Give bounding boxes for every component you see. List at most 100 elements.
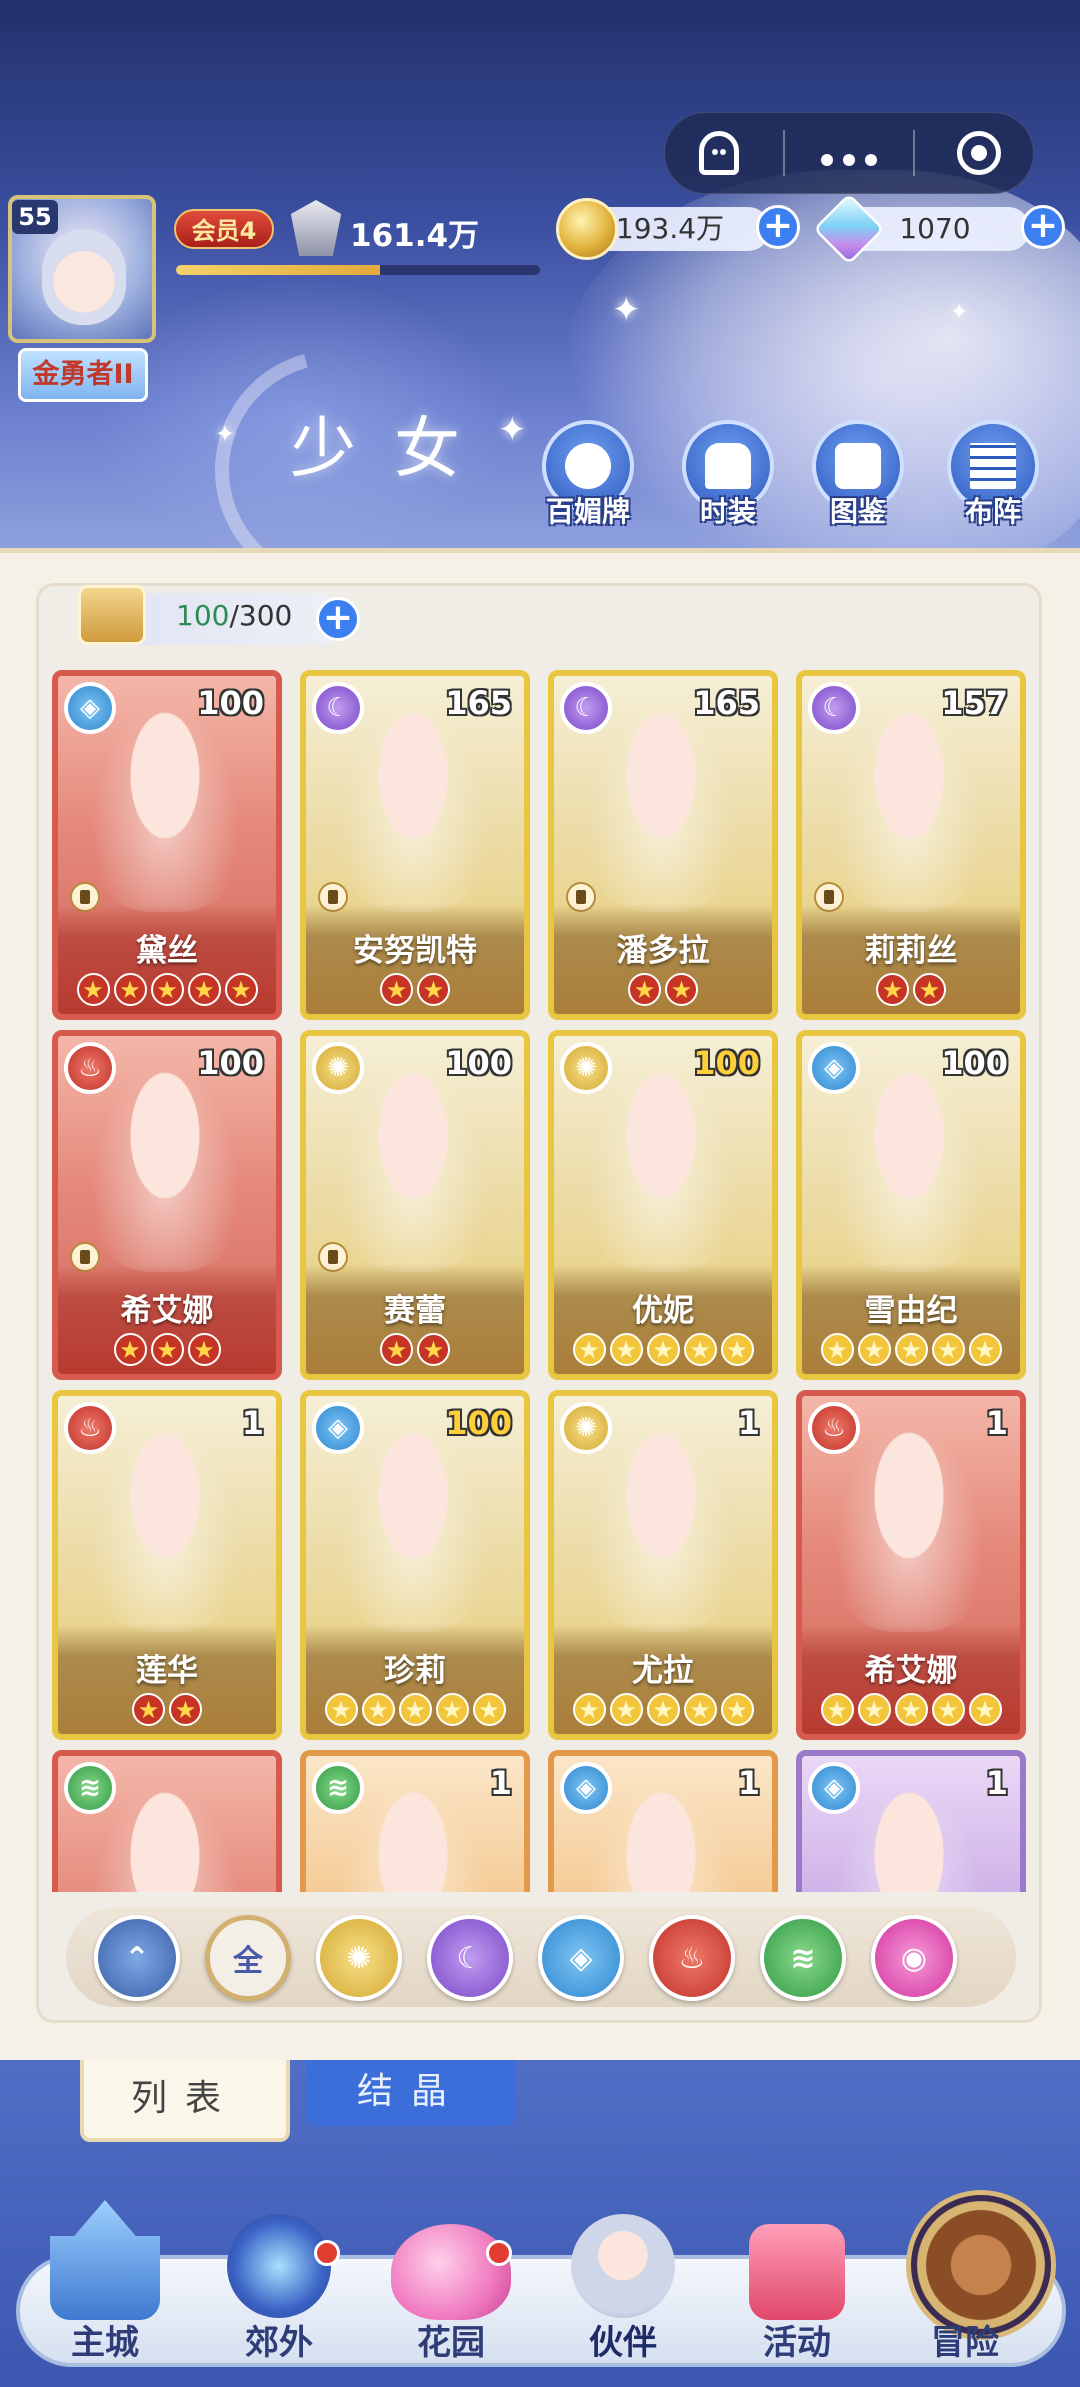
character-card[interactable]: ✺ 1 尤拉 — [548, 1390, 778, 1740]
water-element-icon: ◈ — [64, 682, 116, 734]
nav-partner[interactable]: 伙伴 — [548, 2200, 698, 2370]
filter-all-button[interactable]: 全 — [205, 1915, 291, 2001]
card-level: 165 — [693, 684, 760, 722]
star-icon — [224, 973, 258, 1006]
formation-grid-icon — [970, 443, 1016, 489]
character-card[interactable]: ☾ 157 莉莉丝 — [796, 670, 1026, 1020]
nav-label: 冒险 — [931, 2323, 999, 2363]
star-icon — [361, 1693, 395, 1726]
card-deck-button[interactable]: 百媚牌 — [533, 420, 643, 530]
character-card[interactable]: ☾ 165 潘多拉 — [548, 670, 778, 1020]
star-icon — [720, 1693, 754, 1726]
star-icon — [609, 1693, 643, 1726]
card-level: 1 — [489, 1764, 512, 1802]
fire-element-icon: ♨ — [808, 1402, 860, 1454]
star-rating — [306, 1333, 524, 1366]
fire-element-icon: ♨ — [64, 1042, 116, 1094]
nav-compass[interactable]: 冒险 — [890, 2200, 1040, 2370]
card-level: 100 — [445, 1044, 512, 1082]
card-name: 黛丝 — [136, 933, 198, 969]
more-dots-icon[interactable] — [804, 133, 894, 173]
star-icon — [435, 1693, 469, 1726]
nav-heart[interactable]: 花园 — [376, 2200, 526, 2370]
star-icon — [820, 1693, 854, 1726]
ghost-icon[interactable] — [674, 131, 764, 175]
star-icon — [628, 973, 661, 1006]
formation-button[interactable]: 布阵 — [938, 420, 1048, 530]
outfit-button[interactable]: 时装 — [673, 420, 783, 530]
character-card[interactable]: ✺ 100 优妮 — [548, 1030, 778, 1380]
character-card[interactable]: ♨ 100 希艾娜 — [52, 1030, 282, 1380]
gift-icon — [749, 2224, 845, 2320]
character-card[interactable]: ☾ 165 安努凯特 — [300, 670, 530, 1020]
storage-box-icon — [78, 585, 146, 645]
card-level: 100 — [445, 1404, 512, 1442]
card-name: 安努凯特 — [353, 933, 477, 969]
card-level: 165 — [445, 684, 512, 722]
capacity-box: 100/300 — [78, 585, 344, 645]
character-card[interactable]: ◈ 100 黛丝 — [52, 670, 282, 1020]
nav-hexagram[interactable]: 郊外 — [204, 2200, 354, 2370]
add-gem-button[interactable]: + — [1021, 205, 1065, 249]
nav-label: 花园 — [417, 2323, 485, 2363]
character-card[interactable]: ◈ 100 雪由纪 — [796, 1030, 1026, 1380]
star-rating — [306, 973, 524, 1006]
add-gold-button[interactable]: + — [756, 205, 800, 249]
card-grid: ◈ 100 黛丝 ☾ 165 安努凯特 ☾ 165 潘多拉 ☾ 157 莉莉丝 ♨ 100 希艾娜 ✺ 100 赛… — [52, 670, 1028, 1892]
character-card[interactable]: ◈ 1 — [548, 1750, 778, 1892]
filter-water-button[interactable]: ◈ — [538, 1915, 624, 2001]
water-element-icon: ◈ — [560, 1762, 612, 1814]
star-rating — [802, 1333, 1020, 1366]
card-level: 1 — [985, 1764, 1008, 1802]
sun-element-icon: ✺ — [560, 1402, 612, 1454]
card-level: 100 — [197, 684, 264, 722]
wind-element-icon: ≋ — [64, 1762, 116, 1814]
character-card[interactable]: ✺ 100 赛蕾 — [300, 1030, 530, 1380]
character-card[interactable]: ♨ 1 希艾娜 — [796, 1390, 1026, 1740]
vip-badge[interactable]: 会员4 — [174, 209, 274, 249]
tab-list[interactable]: 列表 — [80, 2060, 290, 2142]
filter-light-button[interactable]: ⌃ — [94, 1915, 180, 2001]
player-title-badge[interactable]: 金勇者II — [18, 348, 148, 402]
star-icon — [187, 973, 221, 1006]
expand-capacity-button[interactable]: + — [316, 597, 360, 641]
nav-castle[interactable]: 主城 — [30, 2200, 180, 2370]
filter-sun-button[interactable]: ✺ — [316, 1915, 402, 2001]
sparkle-icon: ✦ — [498, 410, 527, 450]
character-card[interactable]: ◈ 100 珍莉 — [300, 1390, 530, 1740]
card-name: 莲华 — [136, 1653, 198, 1689]
partner-icon — [571, 2214, 675, 2318]
filter-moon-button[interactable]: ☾ — [427, 1915, 513, 2001]
star-icon — [187, 1333, 221, 1366]
star-icon — [968, 1333, 1002, 1366]
tab-crystal[interactable]: 结晶 — [306, 2060, 516, 2126]
character-card[interactable]: ≋ — [52, 1750, 282, 1892]
player-level: 55 — [12, 200, 58, 234]
star-icon — [76, 973, 110, 1006]
star-icon — [894, 1333, 928, 1366]
star-icon — [169, 1693, 202, 1726]
card-name: 珍莉 — [384, 1653, 446, 1689]
star-icon — [646, 1333, 680, 1366]
card-name: 雪由纪 — [864, 1293, 958, 1329]
codex-button[interactable]: 图鉴 — [803, 420, 913, 530]
target-icon[interactable] — [934, 131, 1024, 175]
character-card[interactable]: ◈ 1 — [796, 1750, 1026, 1892]
filter-fire-button[interactable]: ♨ — [649, 1915, 735, 2001]
outfit-icon — [705, 443, 751, 489]
character-portrait — [586, 1062, 736, 1272]
star-icon — [683, 1693, 717, 1726]
filter-wind-button[interactable]: ≋ — [760, 1915, 846, 2001]
star-icon — [913, 973, 946, 1006]
card-level: 1 — [241, 1404, 264, 1442]
card-level: 1 — [737, 1764, 760, 1802]
fire-element-icon: ♨ — [64, 1402, 116, 1454]
star-icon — [820, 1333, 854, 1366]
star-icon — [380, 973, 413, 1006]
filter-heart-button[interactable]: ◉ — [871, 1915, 957, 2001]
star-icon — [572, 1693, 606, 1726]
character-card[interactable]: ♨ 1 莲华 — [52, 1390, 282, 1740]
star-rating — [554, 1333, 772, 1366]
nav-gift[interactable]: 活动 — [722, 2200, 872, 2370]
character-card[interactable]: ≋ 1 — [300, 1750, 530, 1892]
